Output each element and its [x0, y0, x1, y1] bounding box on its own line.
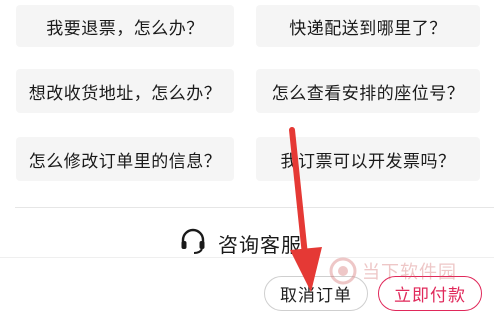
faq-item-delivery[interactable]: 快递配送到哪里了？ — [256, 5, 480, 47]
faq-item-label: 想改收货地址，怎么办？ — [28, 83, 222, 104]
divider — [15, 207, 494, 208]
watermark-text: 当下软件园 — [362, 262, 457, 283]
watermark: 当下软件园 — [328, 256, 457, 286]
faq-item-seat[interactable]: 怎么查看安排的座位号？ — [256, 69, 480, 113]
faq-item-refund[interactable]: 我要退票，怎么办？ — [16, 5, 234, 47]
faq-item-address[interactable]: 想改收货地址，怎么办？ — [16, 69, 234, 113]
faq-item-modify-order[interactable]: 怎么修改订单里的信息？ — [16, 137, 234, 181]
headset-icon — [178, 226, 208, 260]
faq-item-label: 我订票可以开发票吗？ — [280, 151, 456, 172]
faq-item-invoice[interactable]: 我订票可以开发票吗？ — [256, 137, 480, 181]
watermark-logo-icon — [329, 257, 357, 285]
customer-service-button[interactable]: 咨询客服 — [178, 226, 302, 260]
customer-service-label: 咨询客服 — [218, 232, 302, 257]
faq-item-label: 快递配送到哪里了？ — [289, 18, 447, 39]
faq-item-label: 怎么修改订单里的信息？ — [28, 151, 222, 172]
faq-item-label: 我要退票，怎么办？ — [46, 18, 204, 39]
faq-item-label: 怎么查看安排的座位号？ — [271, 83, 465, 104]
